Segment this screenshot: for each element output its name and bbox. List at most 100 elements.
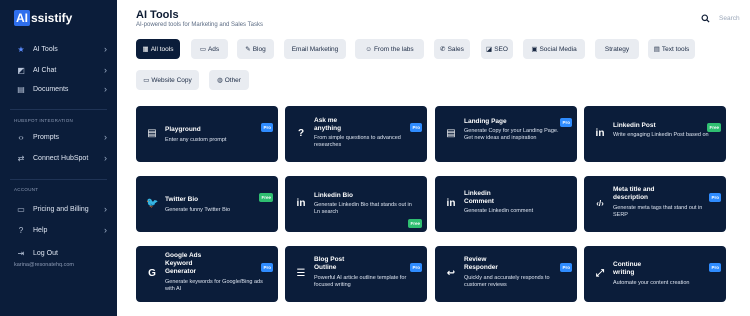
sidebar-item-pricing[interactable]: ▭ Pricing and Billing ›	[0, 200, 117, 218]
free-badge: Free	[707, 123, 721, 132]
sidebar-item-help[interactable]: ? Help ›	[0, 221, 117, 239]
sidebar-item-label: Pricing and Billing	[33, 205, 89, 213]
card-icon: ▭	[17, 204, 25, 214]
grid-icon: ▦	[142, 46, 149, 53]
card-description: Generate Copy for your Landing Page. Get…	[464, 128, 559, 141]
tool-card-continue-writing[interactable]: ⤢ Continue writing Automate your content…	[584, 246, 726, 302]
card-description: Enter any custom prompt	[165, 137, 227, 143]
filter-chip-blog[interactable]: ✎ Blog	[237, 39, 274, 59]
free-badge: Free	[259, 193, 273, 202]
tool-card-ask-me-anything[interactable]: ? Ask me anything From simple questions …	[285, 106, 427, 162]
section-label-hubspot: HUBSPOT INTEGRATION	[14, 118, 74, 123]
sidebar-item-ai-tools[interactable]: ★ AI Tools ›	[0, 40, 117, 58]
logout-icon: ⇥	[17, 248, 25, 258]
filter-chip-email-marketing[interactable]: Email Marketing	[284, 39, 346, 59]
tool-card-review-responder[interactable]: ↩ Review Responder Quickly and accuratel…	[435, 246, 577, 302]
page-title: AI Tools	[136, 9, 179, 21]
chip-label: Other	[224, 76, 241, 84]
facebook-icon: ▣	[531, 46, 538, 53]
filter-chip-all-tools[interactable]: ▦ All tools	[136, 39, 180, 59]
sidebar-item-label: Documents	[33, 85, 69, 93]
globe-icon: ◍	[217, 77, 223, 84]
pro-badge: Pro	[709, 263, 721, 272]
card-title: Linkedin Comment	[464, 190, 494, 205]
chevron-right-icon: ›	[104, 44, 107, 54]
smile-icon: ☺	[365, 45, 372, 53]
card-title: Playground	[165, 126, 201, 133]
document-icon: ▤	[17, 84, 25, 94]
chevron-right-icon: ›	[104, 132, 107, 142]
filter-chip-other[interactable]: ◍ Other	[209, 70, 249, 90]
logo[interactable]: AI ssistify	[14, 10, 72, 26]
search-icon[interactable]	[701, 14, 710, 23]
tool-card-meta-title[interactable]: ‹/› Meta title and description Generate …	[584, 176, 726, 232]
card-description: Generate funny Twitter Bio	[165, 207, 231, 213]
phone-icon: ✆	[440, 46, 446, 53]
tool-card-google-ads-keyword-generator[interactable]: G Google Ads Keyword Generator Generate …	[136, 246, 278, 302]
filter-chip-website-copy[interactable]: ▭ Website Copy	[136, 70, 199, 90]
linkedin-icon: in	[446, 198, 456, 209]
sidebar-item-logout[interactable]: ⇥ Log Out	[0, 244, 117, 262]
card-description: From simple questions to advanced resear…	[314, 135, 401, 148]
card-title: Review Responder	[464, 256, 498, 271]
document-icon: ▤	[446, 128, 456, 139]
card-description: Generate keywords for Google/Bing ads wi…	[165, 279, 263, 292]
monitor-icon: ▭	[199, 46, 206, 53]
chat-icon: ◩	[17, 65, 25, 75]
chip-label: Email Marketing	[291, 45, 339, 53]
chip-label: Text tools	[661, 45, 690, 53]
divider	[10, 179, 107, 180]
filter-chip-sales[interactable]: ✆ Sales	[434, 39, 470, 59]
filter-chip-seo[interactable]: ◪ SEO	[481, 39, 513, 59]
filter-chip-text-tools[interactable]: ▤ Text tools	[648, 39, 695, 59]
card-title: Google Ads Keyword Generator	[165, 252, 202, 275]
card-title: Continue writing	[613, 261, 642, 276]
sidebar-item-ai-chat[interactable]: ◩ AI Chat ›	[0, 61, 117, 79]
tool-card-linkedin-post[interactable]: in Linkedin Post Write engaging Linkedin…	[584, 106, 726, 162]
file-icon: ▤	[653, 46, 660, 53]
sidebar-item-prompts[interactable]: ‹› Prompts ›	[0, 128, 117, 146]
tool-card-playground[interactable]: ▤ Playground Enter any custom prompt Pro	[136, 106, 278, 162]
chevron-right-icon: ›	[104, 84, 107, 94]
pro-badge: Pro	[261, 263, 273, 272]
filter-chip-ads[interactable]: ▭ Ads	[191, 39, 228, 59]
card-description: Automate your content creation	[613, 280, 690, 286]
tool-card-linkedin-bio[interactable]: in Linkedin Bio Generate Linkedin Bio th…	[285, 176, 427, 232]
laptop-icon: ▭	[143, 77, 150, 84]
chevron-right-icon: ›	[104, 65, 107, 75]
logo-text: ssistify	[31, 11, 73, 25]
section-label-account: ACCOUNT	[14, 187, 39, 192]
chip-label: All tools	[150, 45, 174, 53]
logo-mark: AI	[14, 10, 30, 26]
filter-chip-from-the-labs[interactable]: ☺ From the labs	[355, 39, 424, 59]
seo-icon: ◪	[486, 46, 493, 53]
free-badge: Free	[408, 219, 422, 228]
linkedin-icon: in	[595, 128, 605, 139]
code-icon: ‹/›	[596, 199, 604, 208]
filter-chip-strategy[interactable]: Strategy	[595, 39, 639, 59]
card-description: Generate Linkedin comment	[464, 208, 534, 214]
tool-card-linkedin-comment[interactable]: in Linkedin Comment Generate Linkedin co…	[435, 176, 577, 232]
user-email: karina@resonatehq.com	[14, 262, 75, 268]
sidebar-item-connect-hubspot[interactable]: ⇄ Connect HubSpot ›	[0, 149, 117, 167]
sidebar-item-documents[interactable]: ▤ Documents ›	[0, 80, 117, 98]
chevron-right-icon: ›	[104, 225, 107, 235]
twitter-icon: 🐦	[146, 198, 159, 209]
chip-label: Sales	[447, 45, 464, 53]
filter-chip-social-media[interactable]: ▣ Social Media	[523, 39, 585, 59]
tool-card-blog-post-outline[interactable]: ☰ Blog Post Outline Powerful AI article …	[285, 246, 427, 302]
tool-card-landing-page[interactable]: ▤ Landing Page Generate Copy for your La…	[435, 106, 577, 162]
chip-label: Website Copy	[151, 76, 192, 84]
chip-label: SEO	[494, 45, 508, 53]
question-icon: ?	[297, 128, 305, 139]
help-icon: ?	[18, 225, 24, 235]
card-description: Quickly and accurately responds to custo…	[464, 275, 550, 288]
card-description: Generate Linkedin Bio that stands out in…	[314, 202, 412, 215]
main-content: AI Tools AI-powered tools for Marketing …	[117, 0, 750, 316]
sidebar-item-label: Help	[33, 226, 48, 234]
page-subtitle: AI-powered tools for Marketing and Sales…	[136, 22, 263, 28]
search-input[interactable]: Search	[719, 15, 740, 22]
list-icon: ☰	[296, 268, 306, 279]
app-window: AI ssistify ★ AI Tools › ◩ AI Chat › ▤ D…	[0, 0, 750, 316]
tool-card-twitter-bio[interactable]: 🐦 Twitter Bio Generate funny Twitter Bio…	[136, 176, 278, 232]
